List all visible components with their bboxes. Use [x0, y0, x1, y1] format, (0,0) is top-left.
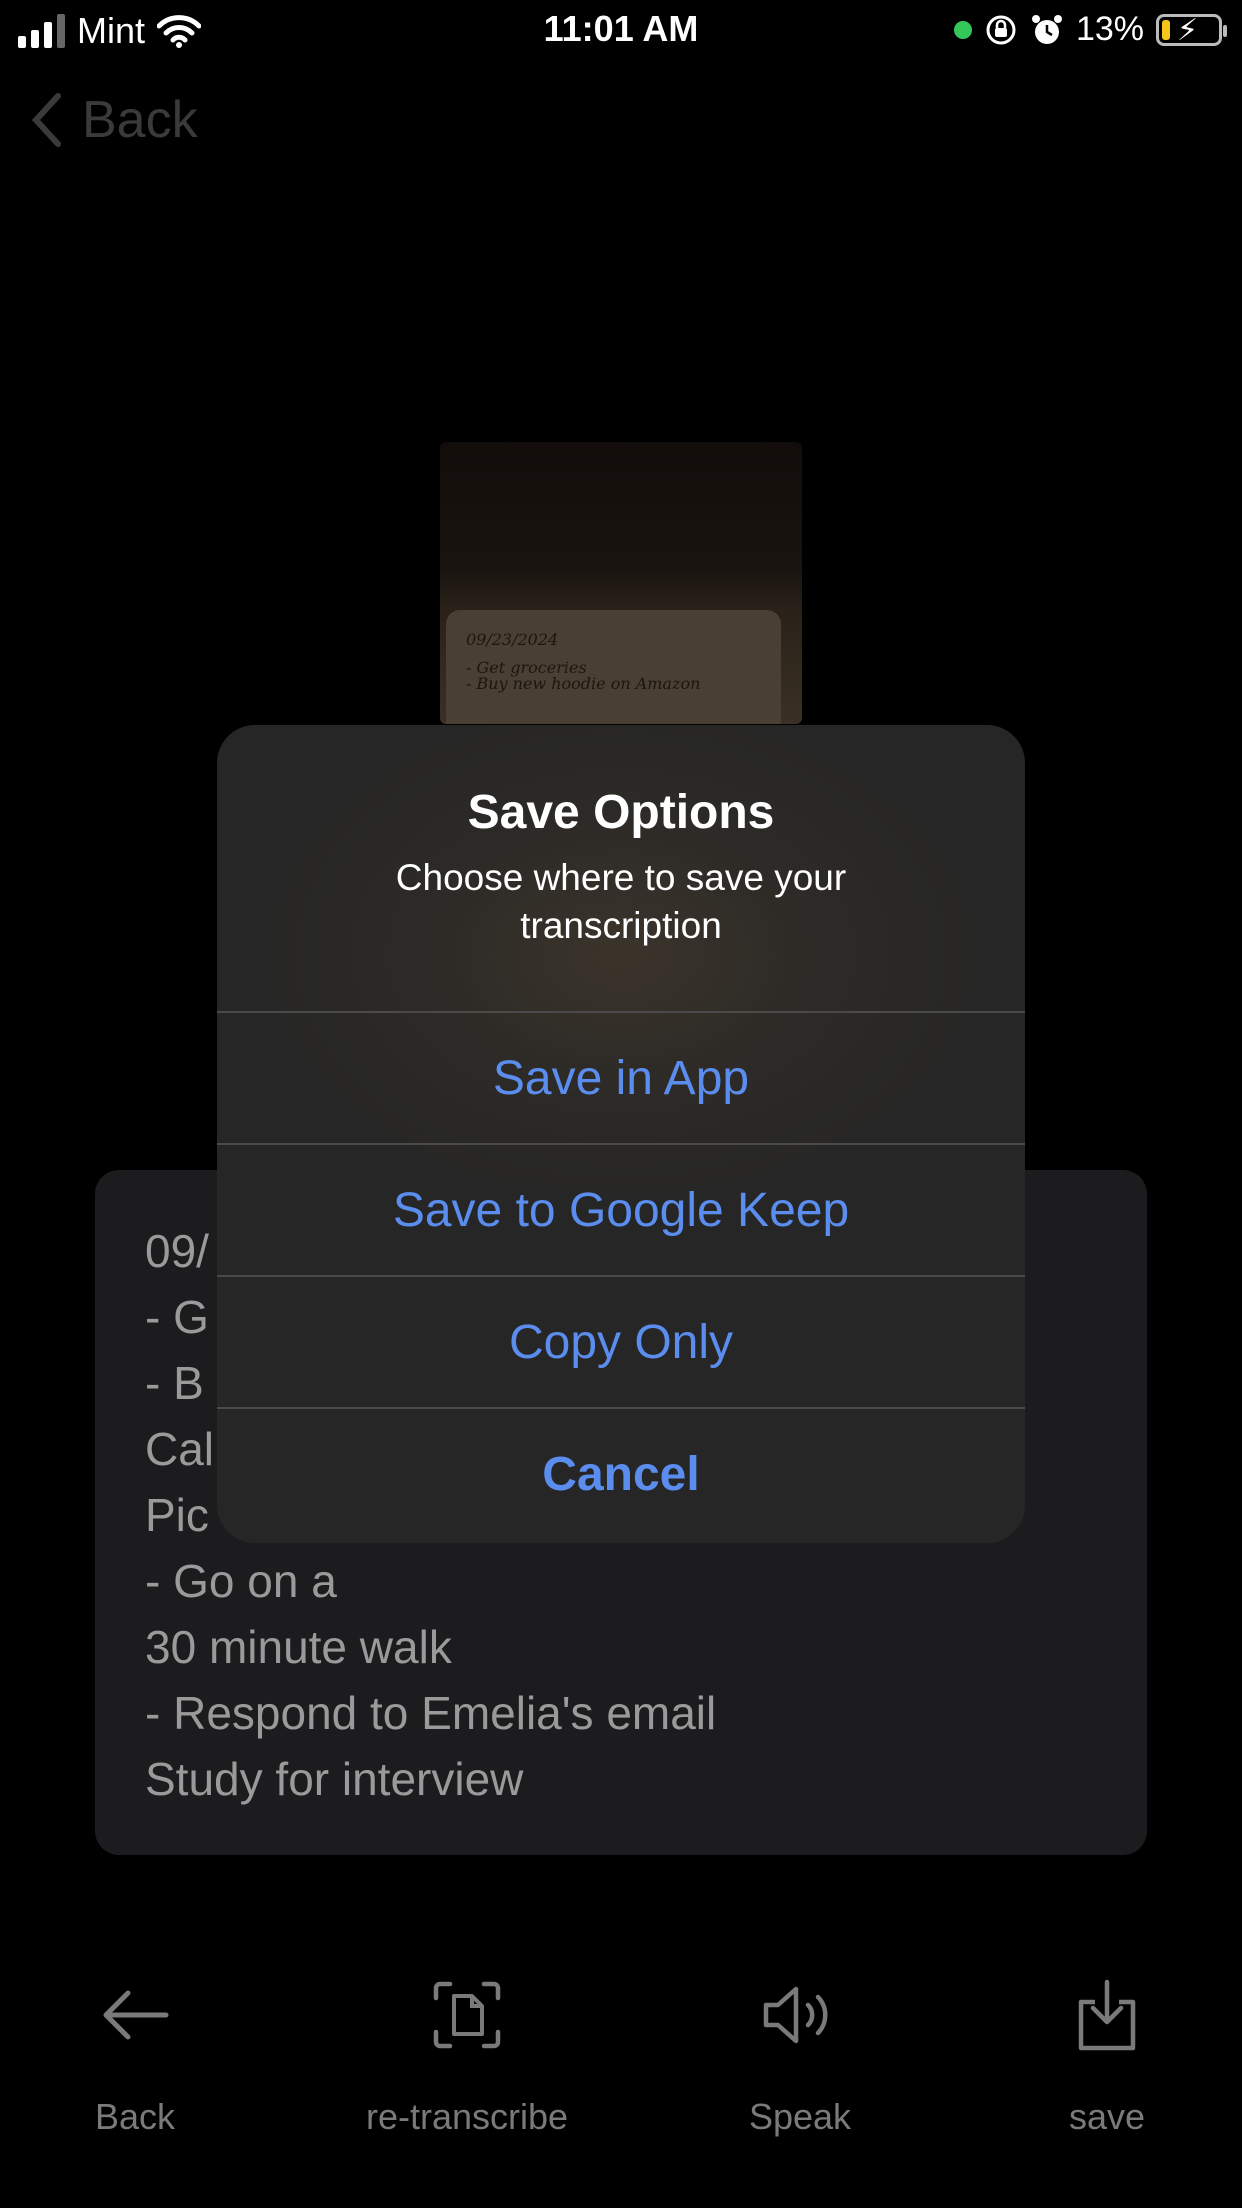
transcription-line: 30 minute walk: [145, 1621, 452, 1673]
nav-back-button[interactable]: Back: [30, 90, 198, 150]
speak-label: Speak: [748, 2096, 852, 2137]
copy-only-button[interactable]: Copy Only: [217, 1275, 1025, 1407]
note-photo-thumbnail: 09/23/2024 - Get groceries - Buy new hoo…: [440, 442, 802, 724]
save-label: save: [1068, 2096, 1146, 2137]
save-to-google-keep-button[interactable]: Save to Google Keep: [217, 1143, 1025, 1275]
save-options-dialog: Save Options Choose where to save your t…: [217, 725, 1025, 1543]
thumb-line: - Buy new hoodie on Amazon: [466, 674, 701, 693]
chevron-left-icon: [31, 93, 61, 147]
nav-back-label: Back: [82, 91, 198, 149]
transcription-line: Study for interview: [145, 1753, 524, 1805]
speak-button[interactable]: Speak: [670, 1960, 930, 2138]
save-button[interactable]: save: [977, 1960, 1237, 2138]
dialog-message: Choose where to save your transcription: [395, 857, 847, 946]
transcription-line: - Respond to Emelia's email: [145, 1687, 717, 1739]
transcription-line: - Go on a: [145, 1555, 337, 1607]
save-in-app-button[interactable]: Save in App: [217, 1011, 1025, 1143]
toolbar-back-label: Back: [94, 2096, 176, 2137]
bottom-toolbar: Back re-transcribe Speak save: [0, 1960, 1242, 2180]
retranscribe-button[interactable]: re-transcribe: [337, 1960, 597, 2138]
download-icon: [1078, 1979, 1136, 2051]
toolbar-back-button[interactable]: Back: [5, 1960, 265, 2138]
retranscribe-label: re-transcribe: [365, 2096, 569, 2137]
speaker-icon: [763, 1986, 828, 2044]
cancel-button[interactable]: Cancel: [217, 1407, 1025, 1539]
thumb-line: 09/23/2024: [466, 630, 559, 649]
arrow-left-icon: [103, 1990, 169, 2040]
dialog-title: Save Options: [467, 786, 775, 839]
dialog-header: Save Options Choose where to save your t…: [217, 725, 1025, 1011]
document-scan-icon: [433, 1981, 501, 2049]
